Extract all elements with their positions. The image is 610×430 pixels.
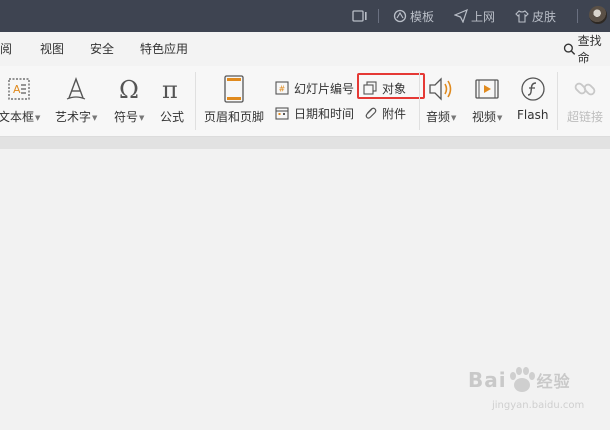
textbox-label: 文本框 (0, 110, 35, 124)
paperclip-icon (365, 107, 377, 119)
formula-button[interactable]: π 公式 (159, 74, 185, 125)
hyperlink-label: 超链接 (567, 110, 604, 124)
dropdown-arrow-icon: ▼ (451, 113, 457, 122)
svg-text:Ω: Ω (119, 76, 139, 102)
dropdown-arrow-icon: ▼ (497, 113, 503, 122)
shirt-icon (515, 10, 529, 23)
watermark-main-text: Bai (468, 368, 507, 392)
header-footer-button[interactable]: 页眉和页脚 (204, 74, 264, 125)
screen-record-button[interactable] (352, 0, 371, 32)
svg-text:π: π (162, 76, 178, 102)
dropdown-arrow-icon: ▼ (139, 113, 145, 122)
header-footer-icon (224, 75, 244, 103)
omega-icon: Ω (119, 76, 139, 102)
screen-record-icon (352, 10, 367, 22)
arttext-label: 艺术字 (55, 110, 92, 124)
video-icon (475, 79, 499, 99)
title-bar: 模板 上网 皮肤 (0, 0, 610, 32)
audio-label: 音频 (426, 110, 451, 124)
baidu-watermark: Bai 经验 (468, 366, 571, 394)
textbox-icon: A (8, 78, 30, 100)
speaker-icon (429, 77, 452, 101)
skin-button[interactable]: 皮肤 (515, 0, 556, 32)
search-icon (563, 43, 576, 55)
titlebar-divider (577, 9, 578, 23)
web-label: 上网 (471, 9, 496, 24)
symbol-button[interactable]: Ω 符号▼ (114, 74, 144, 125)
textbox-button[interactable]: A 文本框▼ (0, 74, 40, 125)
flash-icon (521, 77, 545, 101)
dropdown-arrow-icon: ▼ (35, 113, 41, 122)
link-icon (574, 82, 596, 96)
menu-special-apps[interactable]: 特色应用 (140, 32, 188, 66)
watermark-cn-text: 经验 (536, 372, 571, 391)
ribbon-divider (419, 72, 420, 130)
arttext-button[interactable]: 艺术字▼ (55, 74, 97, 125)
header-footer-label: 页眉和页脚 (204, 110, 265, 124)
toolbar-subbar (0, 137, 610, 149)
datetime-button[interactable]: 日期和时间 (275, 103, 354, 123)
symbol-label: 符号 (114, 110, 139, 124)
attachment-label: 附件 (382, 106, 407, 121)
web-button[interactable]: 上网 (454, 0, 495, 32)
watermark-url: jingyan.baidu.com (492, 400, 585, 411)
send-icon (454, 9, 468, 23)
menu-bar: 阅 视图 安全 特色应用 查找命 (0, 32, 610, 66)
dropdown-arrow-icon: ▼ (92, 113, 98, 122)
titlebar-divider (378, 9, 379, 23)
formula-label: 公式 (159, 110, 184, 124)
menu-security[interactable]: 安全 (90, 32, 114, 66)
search-command[interactable]: 查找命 (563, 32, 610, 66)
menu-view[interactable]: 视图 (40, 32, 64, 66)
template-button[interactable]: 模板 (393, 0, 434, 32)
object-highlight-box (357, 73, 425, 99)
avatar[interactable] (589, 6, 607, 24)
calendar-icon (275, 107, 289, 120)
menu-review[interactable]: 阅 (0, 32, 12, 66)
audio-button[interactable]: 音频▼ (426, 74, 456, 125)
skin-label: 皮肤 (532, 9, 557, 24)
flash-label: Flash (517, 108, 549, 122)
template-icon (393, 9, 407, 23)
video-label: 视频 (472, 110, 497, 124)
arttext-icon (66, 76, 86, 100)
svg-text:#: # (279, 85, 286, 94)
slide-number-button[interactable]: # 幻灯片编号 (275, 78, 354, 98)
ribbon-divider (195, 72, 196, 130)
slide-number-label: 幻灯片编号 (294, 81, 355, 96)
template-label: 模板 (410, 9, 435, 24)
slide-number-icon: # (275, 81, 289, 95)
pi-icon: π (162, 76, 178, 102)
flash-button[interactable]: Flash (517, 74, 548, 122)
ribbon-divider (557, 72, 558, 130)
hyperlink-button[interactable]: 超链接 (567, 74, 603, 125)
svg-text:A: A (13, 83, 21, 96)
video-button[interactable]: 视频▼ (472, 74, 502, 125)
attachment-button[interactable]: 附件 (363, 103, 406, 123)
search-label: 查找命 (577, 34, 602, 65)
datetime-label: 日期和时间 (294, 106, 355, 121)
paw-logo-icon (509, 367, 535, 392)
